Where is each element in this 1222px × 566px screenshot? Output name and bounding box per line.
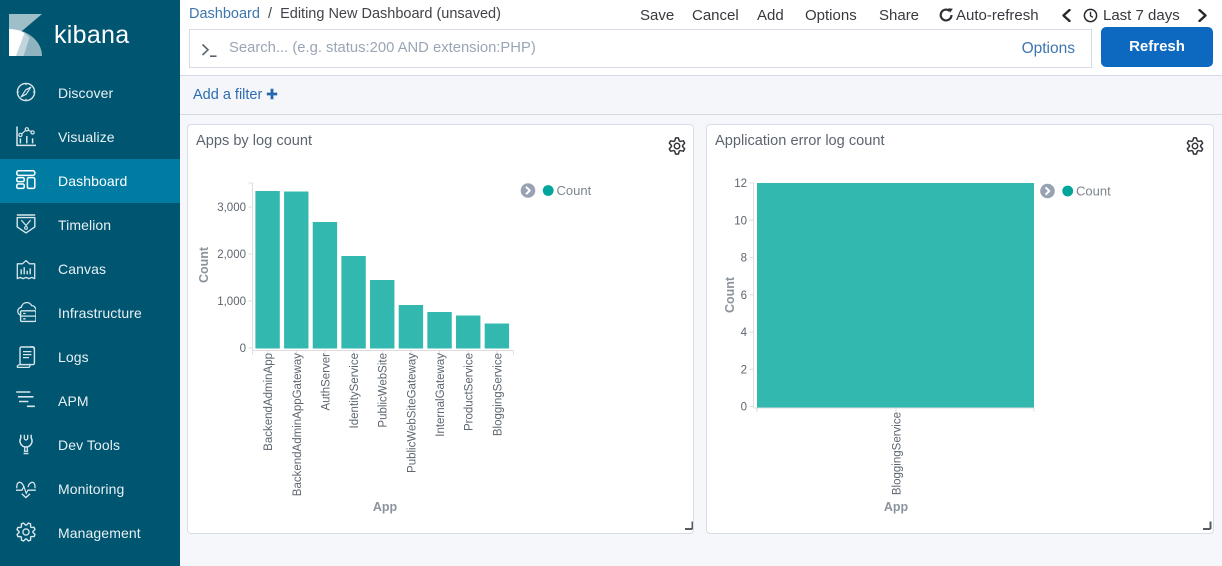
svg-text:2: 2 <box>741 364 747 376</box>
svg-text:App: App <box>884 500 909 514</box>
svg-text:Count: Count <box>723 276 737 313</box>
svg-text:App: App <box>373 500 398 514</box>
svg-text:2,000: 2,000 <box>217 249 246 261</box>
svg-text:1,000: 1,000 <box>217 296 246 308</box>
svg-text:PublicWebSite: PublicWebSite <box>378 353 390 428</box>
svg-text:BackendAdminAppGateway: BackendAdminAppGateway <box>292 353 304 496</box>
svg-text:BackendAdminApp: BackendAdminApp <box>263 353 275 451</box>
svg-text:6: 6 <box>741 290 747 302</box>
svg-text:IdentityService: IdentityService <box>349 353 361 428</box>
svg-text:0: 0 <box>240 343 246 355</box>
svg-text:BloggingService: BloggingService <box>892 412 904 495</box>
svg-text:0: 0 <box>741 402 747 414</box>
svg-text:Count: Count <box>197 246 211 283</box>
svg-text:BloggingService: BloggingService <box>492 353 504 436</box>
svg-text:ProductService: ProductService <box>464 353 476 431</box>
svg-text:3,000: 3,000 <box>217 202 246 214</box>
svg-text:Count: Count <box>1076 184 1111 199</box>
svg-text:10: 10 <box>734 215 747 227</box>
svg-text:4: 4 <box>741 327 748 339</box>
svg-text:Count: Count <box>557 183 592 198</box>
svg-text:PublicWebSiteGateway: PublicWebSiteGateway <box>406 353 418 473</box>
svg-text:12: 12 <box>734 178 747 190</box>
svg-text:8: 8 <box>741 253 747 265</box>
svg-text:AuthServer: AuthServer <box>320 353 332 411</box>
svg-text:InternalGateway: InternalGateway <box>435 353 447 437</box>
